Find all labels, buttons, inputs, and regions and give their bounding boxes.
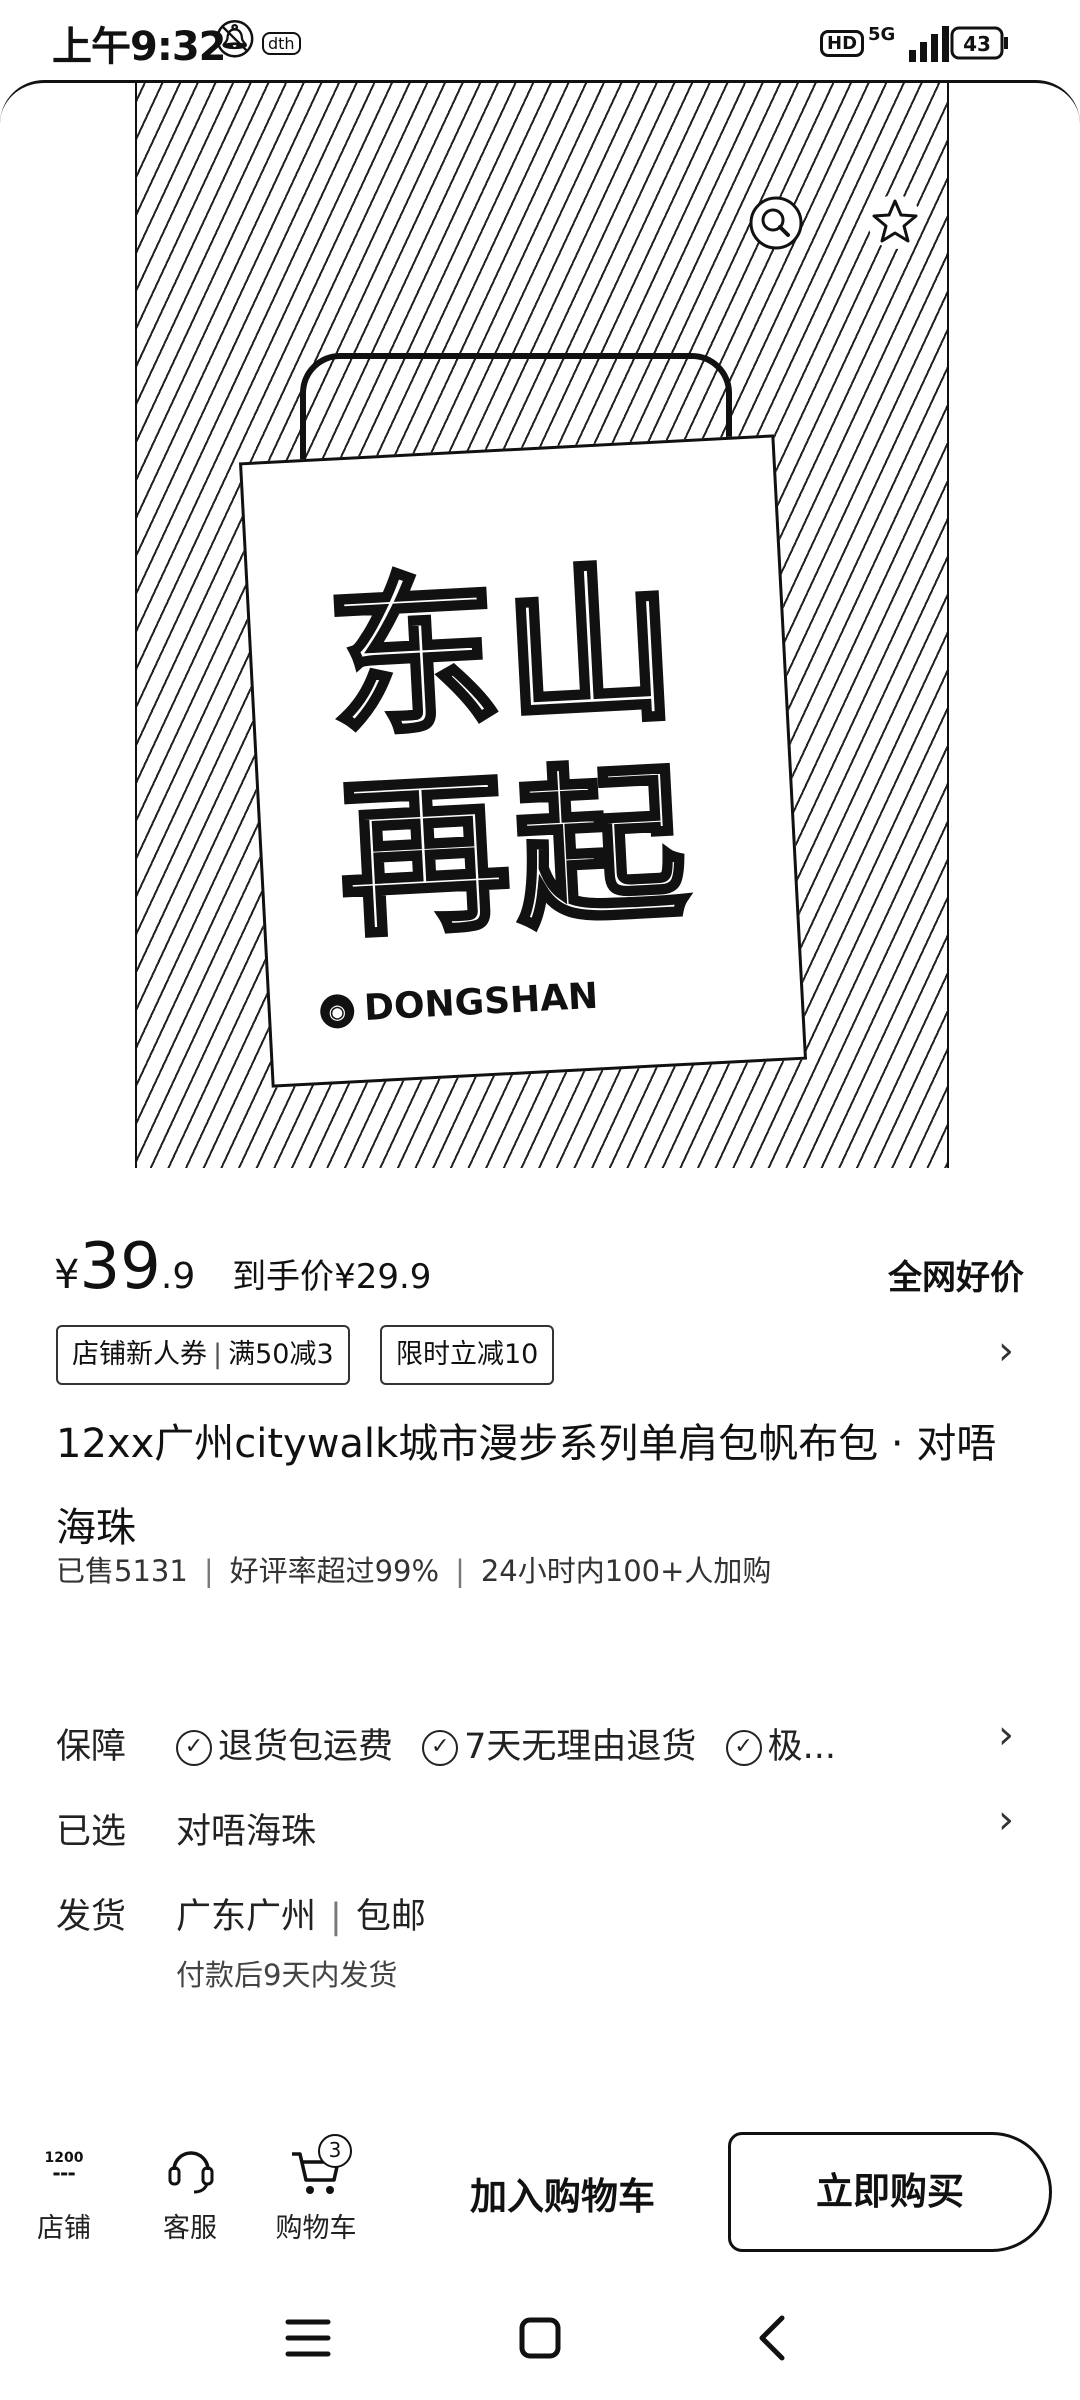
shipping-location: 广东广州 bbox=[176, 1897, 317, 1937]
tote-slogan-line1: 东山 bbox=[321, 543, 688, 764]
tote-slogan: 东山 再起 bbox=[290, 542, 730, 964]
shipping-fee: 包邮 bbox=[355, 1897, 426, 1937]
check-circle-icon: ✓ bbox=[176, 1730, 212, 1766]
cart-label: 购物车 bbox=[275, 2213, 357, 2244]
coupon-new-customer[interactable]: 店铺新人券 | 满50减3 bbox=[56, 1325, 350, 1385]
battery-icon: 43 bbox=[950, 26, 1008, 60]
buy-now-button[interactable]: 立即购买 bbox=[728, 2132, 1052, 2252]
customer-service-button[interactable]: 客服 bbox=[140, 2140, 240, 2250]
guarantee-item: ✓ 退货包运费 bbox=[176, 1727, 393, 1767]
shop-button[interactable]: 1200 ▬▬▬ 店铺 bbox=[14, 2140, 114, 2250]
cart-adds: 24小时内100+人加购 bbox=[480, 1554, 772, 1588]
coupon-name: 限时立减10 bbox=[396, 1339, 539, 1370]
shipping-note: 付款后9天内发货 bbox=[176, 1958, 398, 1992]
price-block: ¥39.9 到手价¥29.9 bbox=[54, 1230, 431, 1304]
status-time: 上午9:32 bbox=[52, 24, 226, 70]
image-search-icon[interactable] bbox=[748, 195, 804, 251]
service-label: 客服 bbox=[163, 2213, 217, 2244]
guarantee-item-text: 退货包运费 bbox=[218, 1727, 394, 1767]
shop-logo-text: 1200 bbox=[44, 2150, 84, 2166]
coupon-detail: 满50减3 bbox=[228, 1339, 334, 1370]
star-icon[interactable] bbox=[866, 193, 924, 251]
signal-icon bbox=[909, 26, 949, 62]
cart-count-badge: 3 bbox=[318, 2134, 352, 2168]
coupon-divider: | bbox=[213, 1339, 223, 1370]
bell-off-icon: 🔕︎ bbox=[212, 19, 258, 60]
selected-label: 已选 bbox=[56, 1812, 127, 1852]
chevron-right-icon[interactable]: › bbox=[998, 1328, 1014, 1374]
status-bar: 上午9:32 🔕︎ dth HD 5G 43 bbox=[0, 0, 1080, 80]
rating-rate: 好评率超过99% bbox=[229, 1554, 440, 1588]
back-icon[interactable] bbox=[744, 2308, 804, 2368]
check-circle-icon: ✓ bbox=[725, 1730, 762, 1766]
coupon-name: 店铺新人券 bbox=[72, 1339, 207, 1370]
shop-logo-icon: 1200 ▬▬▬ bbox=[29, 2150, 99, 2206]
product-image[interactable]: 东山 再起 ◉ DONGSHAN bbox=[0, 80, 1080, 1168]
brand-logo-icon: ◉ bbox=[319, 993, 356, 1030]
product-title: 12xx广州citywalk城市漫步系列单肩包帆布包 · 对唔海珠 bbox=[56, 1421, 997, 1551]
guarantee-item-text: 7天无理由退货 bbox=[464, 1727, 697, 1767]
battery-level: 43 bbox=[963, 32, 991, 56]
headset-icon bbox=[168, 2151, 214, 2194]
chevron-right-icon[interactable]: › bbox=[998, 1712, 1014, 1758]
check-circle-icon: ✓ bbox=[422, 1730, 459, 1766]
tote-slogan-line2: 再起 bbox=[332, 742, 699, 963]
shop-logo-sub: ▬▬▬ bbox=[52, 2169, 76, 2178]
best-price-badge: 全网好价 bbox=[888, 1258, 1024, 1298]
shipping-label: 发货 bbox=[56, 1897, 127, 1937]
coupon-limited[interactable]: 限时立减10 bbox=[380, 1325, 555, 1385]
meta-divider: | bbox=[455, 1554, 465, 1588]
sold-count: 已售5131 bbox=[56, 1554, 188, 1588]
price-decimal: .9 bbox=[160, 1256, 196, 1297]
guarantee-item: ✓ 极... bbox=[725, 1727, 836, 1767]
network-type: 5G bbox=[868, 24, 896, 45]
guarantee-row[interactable]: 保障 ✓ 退货包运费 ✓ 7天无理由退货 ✓ 极... › bbox=[0, 1710, 1080, 1770]
guarantee-item: ✓ 7天无理由退货 bbox=[422, 1727, 696, 1767]
menu-icon[interactable] bbox=[278, 2308, 338, 2368]
currency-symbol: ¥ bbox=[54, 1252, 80, 1298]
shipping-info: 广东广州 | 包邮 bbox=[176, 1888, 426, 1939]
guarantee-item-text: 极... bbox=[767, 1727, 836, 1767]
meta-divider: | bbox=[203, 1554, 214, 1588]
hd-indicator: HD bbox=[820, 30, 865, 57]
final-price-label: 到手价 bbox=[232, 1257, 335, 1297]
shipping-row: 发货 广东广州 | 包邮 bbox=[0, 1880, 1080, 1940]
guarantee-items: ✓ 退货包运费 ✓ 7天无理由退货 ✓ 极... bbox=[176, 1718, 854, 1769]
shop-label: 店铺 bbox=[37, 2213, 91, 2244]
add-to-cart-button[interactable]: 加入购物车 bbox=[470, 2166, 655, 2220]
price-integer: 39 bbox=[79, 1230, 161, 1304]
product-meta: 已售5131 | 好评率超过99% | 24小时内100+人加购 bbox=[56, 1548, 771, 1590]
final-price: ¥29.9 bbox=[334, 1257, 432, 1297]
selected-variant-row[interactable]: 已选 对唔海珠 › bbox=[0, 1795, 1080, 1855]
shipping-divider: | bbox=[330, 1897, 342, 1937]
home-icon[interactable] bbox=[510, 2308, 570, 2368]
chevron-right-icon[interactable]: › bbox=[998, 1797, 1014, 1843]
status-extra-icon: dth bbox=[262, 32, 301, 55]
selected-value: 对唔海珠 bbox=[176, 1812, 317, 1852]
guarantee-label: 保障 bbox=[56, 1727, 127, 1767]
